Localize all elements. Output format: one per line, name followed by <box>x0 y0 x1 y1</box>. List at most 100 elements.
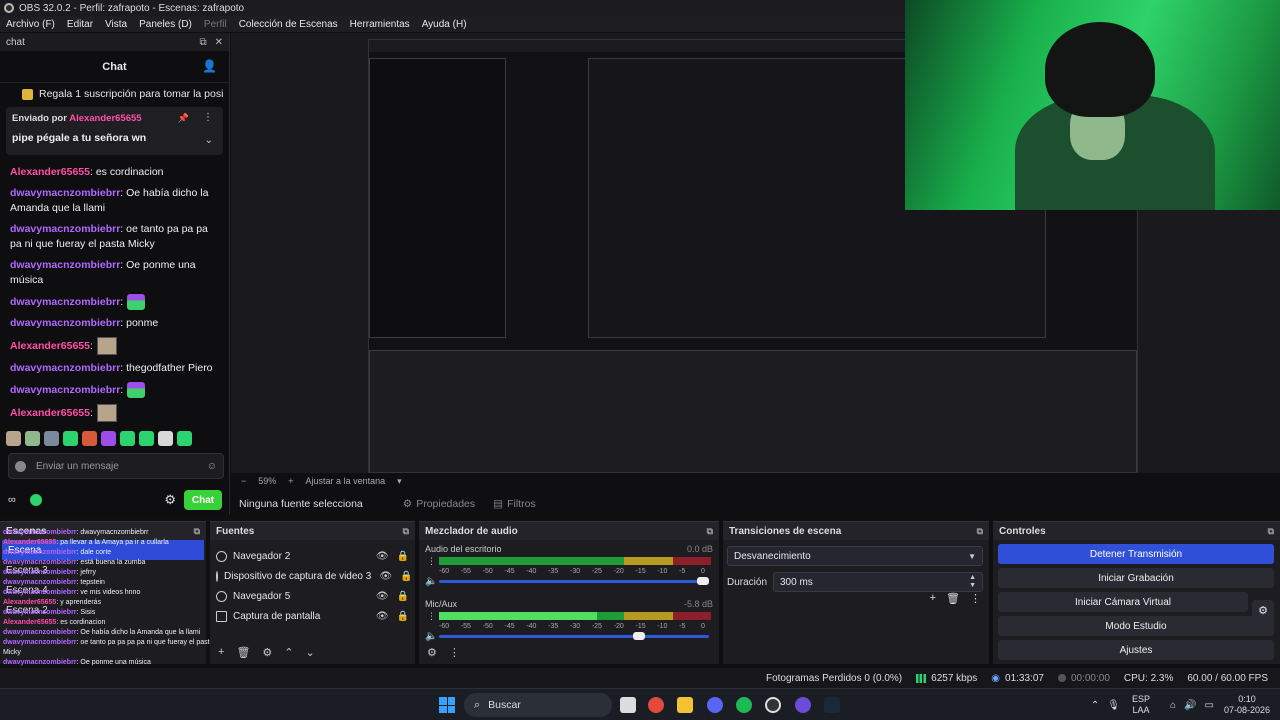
close-icon[interactable]: ✕ <box>215 37 223 48</box>
add-transition-icon[interactable]: + <box>930 592 936 605</box>
volume-slider[interactable] <box>439 577 709 585</box>
menu-herramientas[interactable]: Herramientas <box>344 19 416 30</box>
network-icon[interactable]: ⌂ <box>1170 700 1176 711</box>
chat-username[interactable]: Alexander65655 <box>10 340 90 352</box>
channel-points-icon[interactable]: ∞ <box>8 494 16 506</box>
source-item[interactable]: Navegador 2 👁 🔒 <box>210 546 415 566</box>
task-view-icon[interactable] <box>620 697 636 713</box>
volume-icon[interactable]: 🔊 <box>1184 700 1196 711</box>
undock-icon[interactable]: ⧉ <box>199 37 206 48</box>
source-item[interactable]: Captura de pantalla 👁 🔒 <box>210 606 415 626</box>
taskbar-search[interactable]: ⌕ Buscar <box>464 693 612 717</box>
duration-spinner[interactable]: ▲ ▼ <box>969 574 976 590</box>
zoom-out-button[interactable]: − <box>241 476 246 486</box>
undock-icon[interactable]: ⧉ <box>977 526 983 537</box>
more-options-icon[interactable]: ⋮ <box>970 592 981 605</box>
menu-ayuda[interactable]: Ayuda (H) <box>416 19 473 30</box>
lock-icon[interactable]: 🔒 <box>397 591 409 602</box>
eye-icon[interactable]: 👁 <box>379 571 392 582</box>
menu-archivo[interactable]: Archivo (F) <box>0 19 61 30</box>
zoom-in-button[interactable]: + <box>288 476 293 486</box>
more-options-icon[interactable]: ⋮ <box>449 646 460 659</box>
discord-icon[interactable] <box>707 697 723 713</box>
volume-slider[interactable] <box>439 632 709 640</box>
scene-item[interactable]: Escena 4 <box>0 580 206 600</box>
scene-item[interactable]: Escena 2 <box>0 600 206 620</box>
start-button[interactable] <box>439 697 455 713</box>
advanced-audio-icon[interactable]: ⚙ <box>427 646 437 659</box>
more-options-icon[interactable]: ⋮ <box>203 112 213 123</box>
chevron-down-icon[interactable]: ▾ <box>397 476 402 487</box>
transition-select[interactable]: Desvanecimiento ▼ <box>727 546 983 566</box>
channel-menu-icon[interactable]: ⋮ <box>427 556 436 567</box>
move-up-icon[interactable]: ⌃ <box>284 646 293 659</box>
app-icon[interactable] <box>795 697 811 713</box>
eye-icon[interactable]: 👁 <box>376 551 389 562</box>
chat-username[interactable]: dwavymacnzombiebrr <box>10 362 120 374</box>
chat-username[interactable]: Alexander65655 <box>10 407 90 419</box>
start-virtual-camera-button[interactable]: Iniciar Cámara Virtual <box>998 592 1248 612</box>
undock-icon[interactable]: ⧉ <box>1268 526 1274 537</box>
duration-input[interactable]: 300 ms ▲ ▼ <box>773 572 983 592</box>
smiley-icon[interactable]: ☺ <box>207 461 217 472</box>
menu-paneles[interactable]: Paneles (D) <box>133 19 198 30</box>
emote-icon[interactable] <box>44 431 59 446</box>
start-recording-button[interactable]: Iniciar Grabación <box>998 568 1274 588</box>
virtual-camera-config-button[interactable]: ⚙ <box>1252 600 1274 620</box>
chevron-up-icon[interactable]: ⌃ <box>1091 700 1099 711</box>
gear-icon[interactable]: ⚙ <box>164 492 176 508</box>
channel-menu-icon[interactable]: ⋮ <box>427 611 436 622</box>
chat-username[interactable]: dwavymacnzombiebrr <box>10 259 120 271</box>
battery-icon[interactable]: ▭ <box>1205 700 1214 711</box>
file-explorer-icon[interactable] <box>677 697 693 713</box>
trash-icon[interactable]: 🗑 <box>946 592 960 605</box>
chat-username[interactable]: dwavymacnzombiebrr <box>10 223 120 235</box>
menu-editar[interactable]: Editar <box>61 19 99 30</box>
undock-icon[interactable]: ⧉ <box>194 526 200 537</box>
emote-icon[interactable] <box>82 431 97 446</box>
users-icon[interactable]: 👤 <box>202 59 217 73</box>
chat-username[interactable]: dwavymacnzombiebrr <box>10 187 120 199</box>
chat-send-button[interactable]: Chat <box>184 490 222 510</box>
add-source-icon[interactable]: + <box>218 646 224 658</box>
pinned-author[interactable]: Alexander65655 <box>69 113 141 124</box>
chat-username[interactable]: Alexander65655 <box>10 166 90 178</box>
studio-mode-button[interactable]: Modo Estudio <box>998 616 1274 636</box>
chat-username[interactable]: dwavymacnzombiebrr <box>10 384 120 396</box>
pin-icon[interactable]: 📌 <box>178 113 189 124</box>
emote-icon[interactable] <box>25 431 40 446</box>
gear-icon[interactable]: ⚙ <box>262 646 272 659</box>
bits-icon[interactable] <box>29 494 42 506</box>
lock-icon[interactable]: 🔒 <box>397 551 409 562</box>
speaker-icon[interactable]: 🔈 <box>425 576 437 587</box>
chat-username[interactable]: dwavymacnzombiebrr <box>10 317 120 329</box>
chat-message-input[interactable]: Enviar un mensaje ☺ <box>8 453 224 479</box>
menu-perfil[interactable]: Perfil <box>198 19 233 30</box>
obs-icon[interactable] <box>765 697 781 713</box>
undock-icon[interactable]: ⧉ <box>707 526 713 537</box>
move-down-icon[interactable]: ⌄ <box>306 646 315 659</box>
source-item[interactable]: Dispositivo de captura de video 3 👁 🔒 <box>210 566 415 586</box>
emote-icon[interactable] <box>63 431 78 446</box>
menu-vista[interactable]: Vista <box>99 19 133 30</box>
emote-icon[interactable] <box>120 431 135 446</box>
emote-icon[interactable] <box>177 431 192 446</box>
clock[interactable]: 0:10 07-08-2026 <box>1224 694 1270 716</box>
chevron-down-icon[interactable]: ⌄ <box>205 135 213 146</box>
volume-knob[interactable] <box>697 577 709 585</box>
eye-icon[interactable]: 👁 <box>376 591 389 602</box>
sub-promo-banner[interactable]: Regala 1 suscripción para tomar la posi <box>0 83 229 105</box>
spotify-icon[interactable] <box>736 697 752 713</box>
filters-button[interactable]: ▤ Filtros <box>493 498 536 510</box>
mic-icon[interactable]: 🎙 <box>1107 700 1120 711</box>
chrome-icon[interactable] <box>648 697 664 713</box>
settings-button[interactable]: Ajustes <box>998 640 1274 660</box>
lock-icon[interactable]: 🔒 <box>397 611 409 622</box>
emote-icon[interactable] <box>6 431 21 446</box>
steam-icon[interactable] <box>824 697 840 713</box>
scene-item[interactable]: Escena 3 <box>0 560 206 580</box>
chat-username[interactable]: dwavymacnzombiebrr <box>10 296 120 308</box>
zoom-fit-select[interactable]: Ajustar a la ventana <box>306 476 386 486</box>
language-indicator[interactable]: ESP LAA <box>1132 694 1150 716</box>
stop-streaming-button[interactable]: Detener Transmisión <box>998 544 1274 564</box>
